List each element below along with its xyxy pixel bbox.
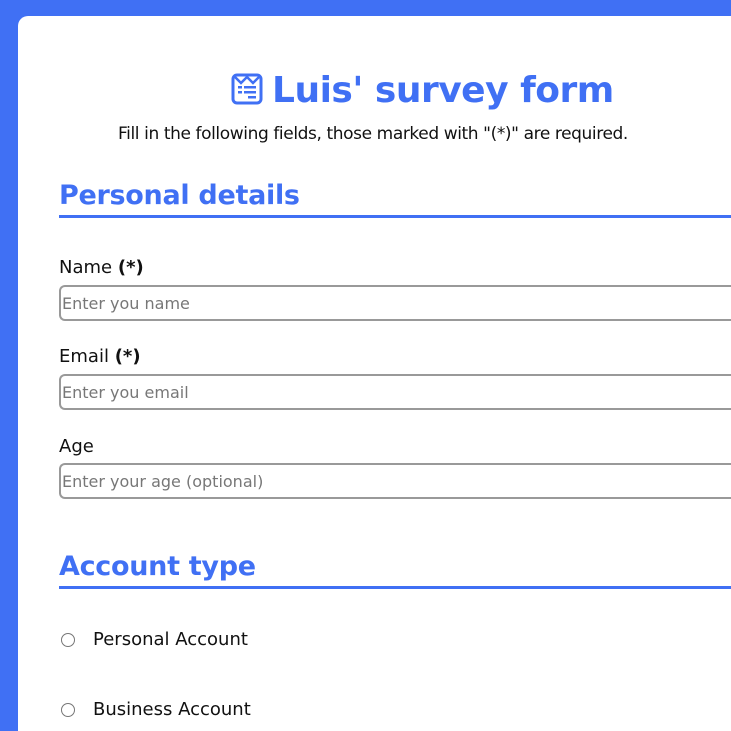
name-label-text: Name: [59, 257, 113, 278]
section-account-type: Account type: [59, 551, 731, 589]
page-title: Luis' survey form: [230, 68, 614, 114]
title-text: Luis' survey form: [272, 70, 614, 111]
radio-business-account[interactable]: Business Account: [59, 699, 251, 720]
radio-input-personal[interactable]: [61, 632, 75, 647]
subtitle: Fill in the following fields, those mark…: [118, 124, 628, 144]
survey-form-icon: [231, 73, 263, 105]
name-label: Name (*): [59, 257, 144, 278]
email-label: Email (*): [59, 346, 141, 367]
radio-label: Personal Account: [93, 629, 248, 650]
age-input[interactable]: [59, 463, 731, 499]
radio-input-business[interactable]: [61, 702, 75, 717]
radio-label: Business Account: [93, 699, 251, 720]
required-mark: (*): [114, 346, 141, 367]
name-input[interactable]: [59, 285, 731, 321]
email-input[interactable]: [59, 374, 731, 410]
section-personal-details: Personal details: [59, 180, 731, 218]
survey-card: Luis' survey form Fill in the following …: [18, 16, 731, 731]
required-mark: (*): [117, 257, 144, 278]
email-label-text: Email: [59, 346, 109, 367]
radio-personal-account[interactable]: Personal Account: [59, 629, 248, 650]
age-label: Age: [59, 436, 94, 457]
